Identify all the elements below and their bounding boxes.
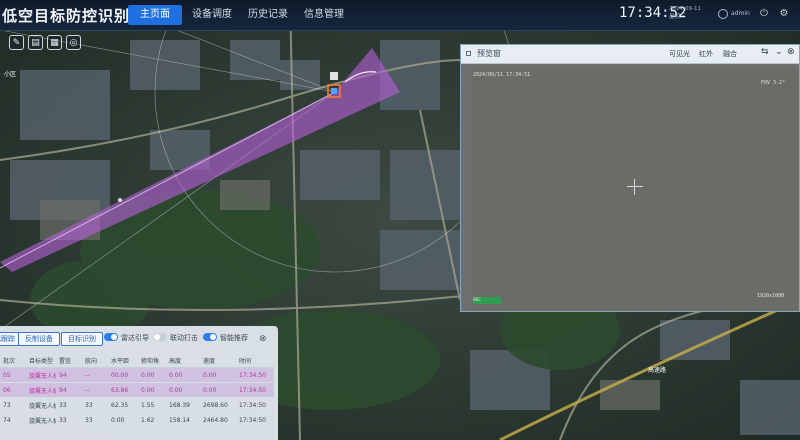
cell: -- [82,382,108,398]
map-label: 小区 [4,70,16,78]
col-header[interactable]: 目标类型 [26,354,56,368]
linkage-strike-toggle[interactable] [153,333,167,341]
cell: 旋翼无人机 [26,397,56,413]
cell: 94 [56,367,82,383]
measure-icon[interactable]: ◎ [66,35,81,50]
edit-icon[interactable]: ✎ [9,35,24,50]
collapse-icon[interactable]: ⌄ [775,47,783,57]
user-name[interactable]: admin [731,10,750,17]
table-row[interactable]: 74 旋翼无人机 33 33 0.00 1.62 158.14 2464.80 … [0,412,274,428]
cell: 33 [56,397,82,413]
mode-fusion-button[interactable]: 融合 [723,49,737,59]
tab-home[interactable]: 主页面 [128,5,182,25]
col-header[interactable]: 俯仰角 [138,354,166,368]
mode-infrared-button[interactable]: 红外 [699,49,713,59]
col-header[interactable]: 水平距 [108,354,138,368]
panel-controls: 目标跟踪 反制设备 目标识别 雷达引导 联动打击 智能推荐 [0,332,278,348]
target-track-panel: 目标跟踪 反制设备 目标识别 雷达引导 联动打击 智能推荐 ⊗ 批次 目标类型 … [0,326,278,440]
cell: 0.00 [138,382,166,398]
smart-recommend-label: 智能推荐 [220,334,248,342]
crosshair-vertical [634,179,635,195]
cell: 0.00 [200,367,236,383]
video-title: 预览窗 [477,49,501,58]
tab-info-management[interactable]: 信息管理 [298,5,350,25]
cell: 旋翼无人机 [26,382,56,398]
cell: 17:34:50 [236,382,274,398]
rec-indicator: REC [473,297,501,304]
weekday-text: 星期三 [669,14,686,20]
track-table: 批次 目标类型 置信 航向 水平距 俯仰角 高度 速度 时间 05 旋翼无人机 … [0,354,274,428]
tab-device-dispatch[interactable]: 设备调度 [186,5,238,25]
cell: 旋翼无人机 [26,367,56,383]
cell: 0.00 [138,367,166,383]
cell: 63.86 [108,382,138,398]
grid-icon[interactable]: ▦ [47,35,62,50]
radar-guide-label: 雷达引导 [121,334,149,342]
user-icon[interactable] [718,9,728,19]
cell: 33 [56,412,82,428]
video-preview-window: 预览窗 可见光 红外 融合 ⇆ ⌄ ⊗ 2024/09/11 17:34:51 … [460,44,800,312]
cell: 17:34:50 [236,367,274,383]
cell: 0.00 [200,382,236,398]
cell: 168.39 [166,397,200,413]
cell: 17:34:50 [236,397,274,413]
cell: 05 [0,367,26,383]
table-row[interactable]: 06 旋翼无人机 94 -- 63.86 0.00 0.00 0.00 17:3… [0,382,274,398]
identify-target-button[interactable]: 目标识别 [61,332,103,346]
col-header[interactable]: 高度 [166,354,200,368]
table-row[interactable]: 73 旋翼无人机 33 33 62.35 1.55 168.39 2698.60… [0,397,274,413]
tab-history[interactable]: 历史记录 [242,5,294,25]
cell: 2698.60 [200,397,236,413]
power-icon[interactable]: ⏻ [758,8,770,20]
cell: 2464.80 [200,412,236,428]
cell: 1.55 [138,397,166,413]
cell: -- [82,367,108,383]
layers-icon[interactable]: ▤ [28,35,43,50]
target-marker [118,198,122,202]
col-header[interactable]: 时间 [236,354,274,368]
main-nav: 主页面 设备调度 历史记录 信息管理 [128,5,350,25]
cell: 94 [56,382,82,398]
countermeasure-button[interactable]: 反制设备 [18,332,60,346]
cell: 旋翼无人机 [26,412,56,428]
col-header[interactable]: 航向 [82,354,108,368]
col-header[interactable]: 置信 [56,354,82,368]
cell: 00.00 [108,367,138,383]
cell: 158.14 [166,412,200,428]
osd-fov: FOV 3.2° [761,80,786,86]
cell: 0.00 [108,412,138,428]
date-text: 2024-09-11 [669,6,701,12]
table-row[interactable]: 05 旋翼无人机 94 -- 00.00 0.00 0.00 0.00 17:3… [0,367,274,383]
cell: 06 [0,382,26,398]
cell: 33 [82,397,108,413]
top-bar: 低空目标防控识别系统 主页面 设备调度 历史记录 信息管理 17:34:52 2… [0,0,800,31]
radar-guide-toggle[interactable] [104,333,118,341]
window-icon [466,51,471,56]
cell: 0.00 [166,382,200,398]
cell: 62.35 [108,397,138,413]
col-header[interactable]: 速度 [200,354,236,368]
col-header[interactable]: 批次 [0,354,26,368]
cell: 17:34:50 [236,412,274,428]
close-icon[interactable]: ⊗ [787,47,795,57]
cell: 1.62 [138,412,166,428]
crosshair-horizontal [627,186,643,187]
cell: 33 [82,412,108,428]
map-toolbar: ✎ ▤ ▦ ◎ [9,35,81,50]
cell: 73 [0,397,26,413]
settings-icon[interactable]: ⚙ [778,8,790,20]
close-icon[interactable]: ⊗ [259,334,267,344]
swap-icon[interactable]: ⇆ [761,47,769,57]
osd-timestamp: 2024/09/11 17:34:51 [473,72,531,78]
mode-visible-button[interactable]: 可见光 [669,49,690,59]
map-label: 高速路 [648,366,666,374]
linkage-strike-label: 联动打击 [170,334,198,342]
osd-resolution: 1920x1080 [757,293,785,299]
table-header-row: 批次 目标类型 置信 航向 水平距 俯仰角 高度 速度 时间 [0,354,274,368]
date-block: 2024-09-11 星期三 [669,5,701,21]
smart-recommend-toggle[interactable] [203,333,217,341]
cell: 74 [0,412,26,428]
cell: 0.00 [166,367,200,383]
video-header: 预览窗 可见光 红外 融合 ⇆ ⌄ ⊗ [461,45,799,64]
